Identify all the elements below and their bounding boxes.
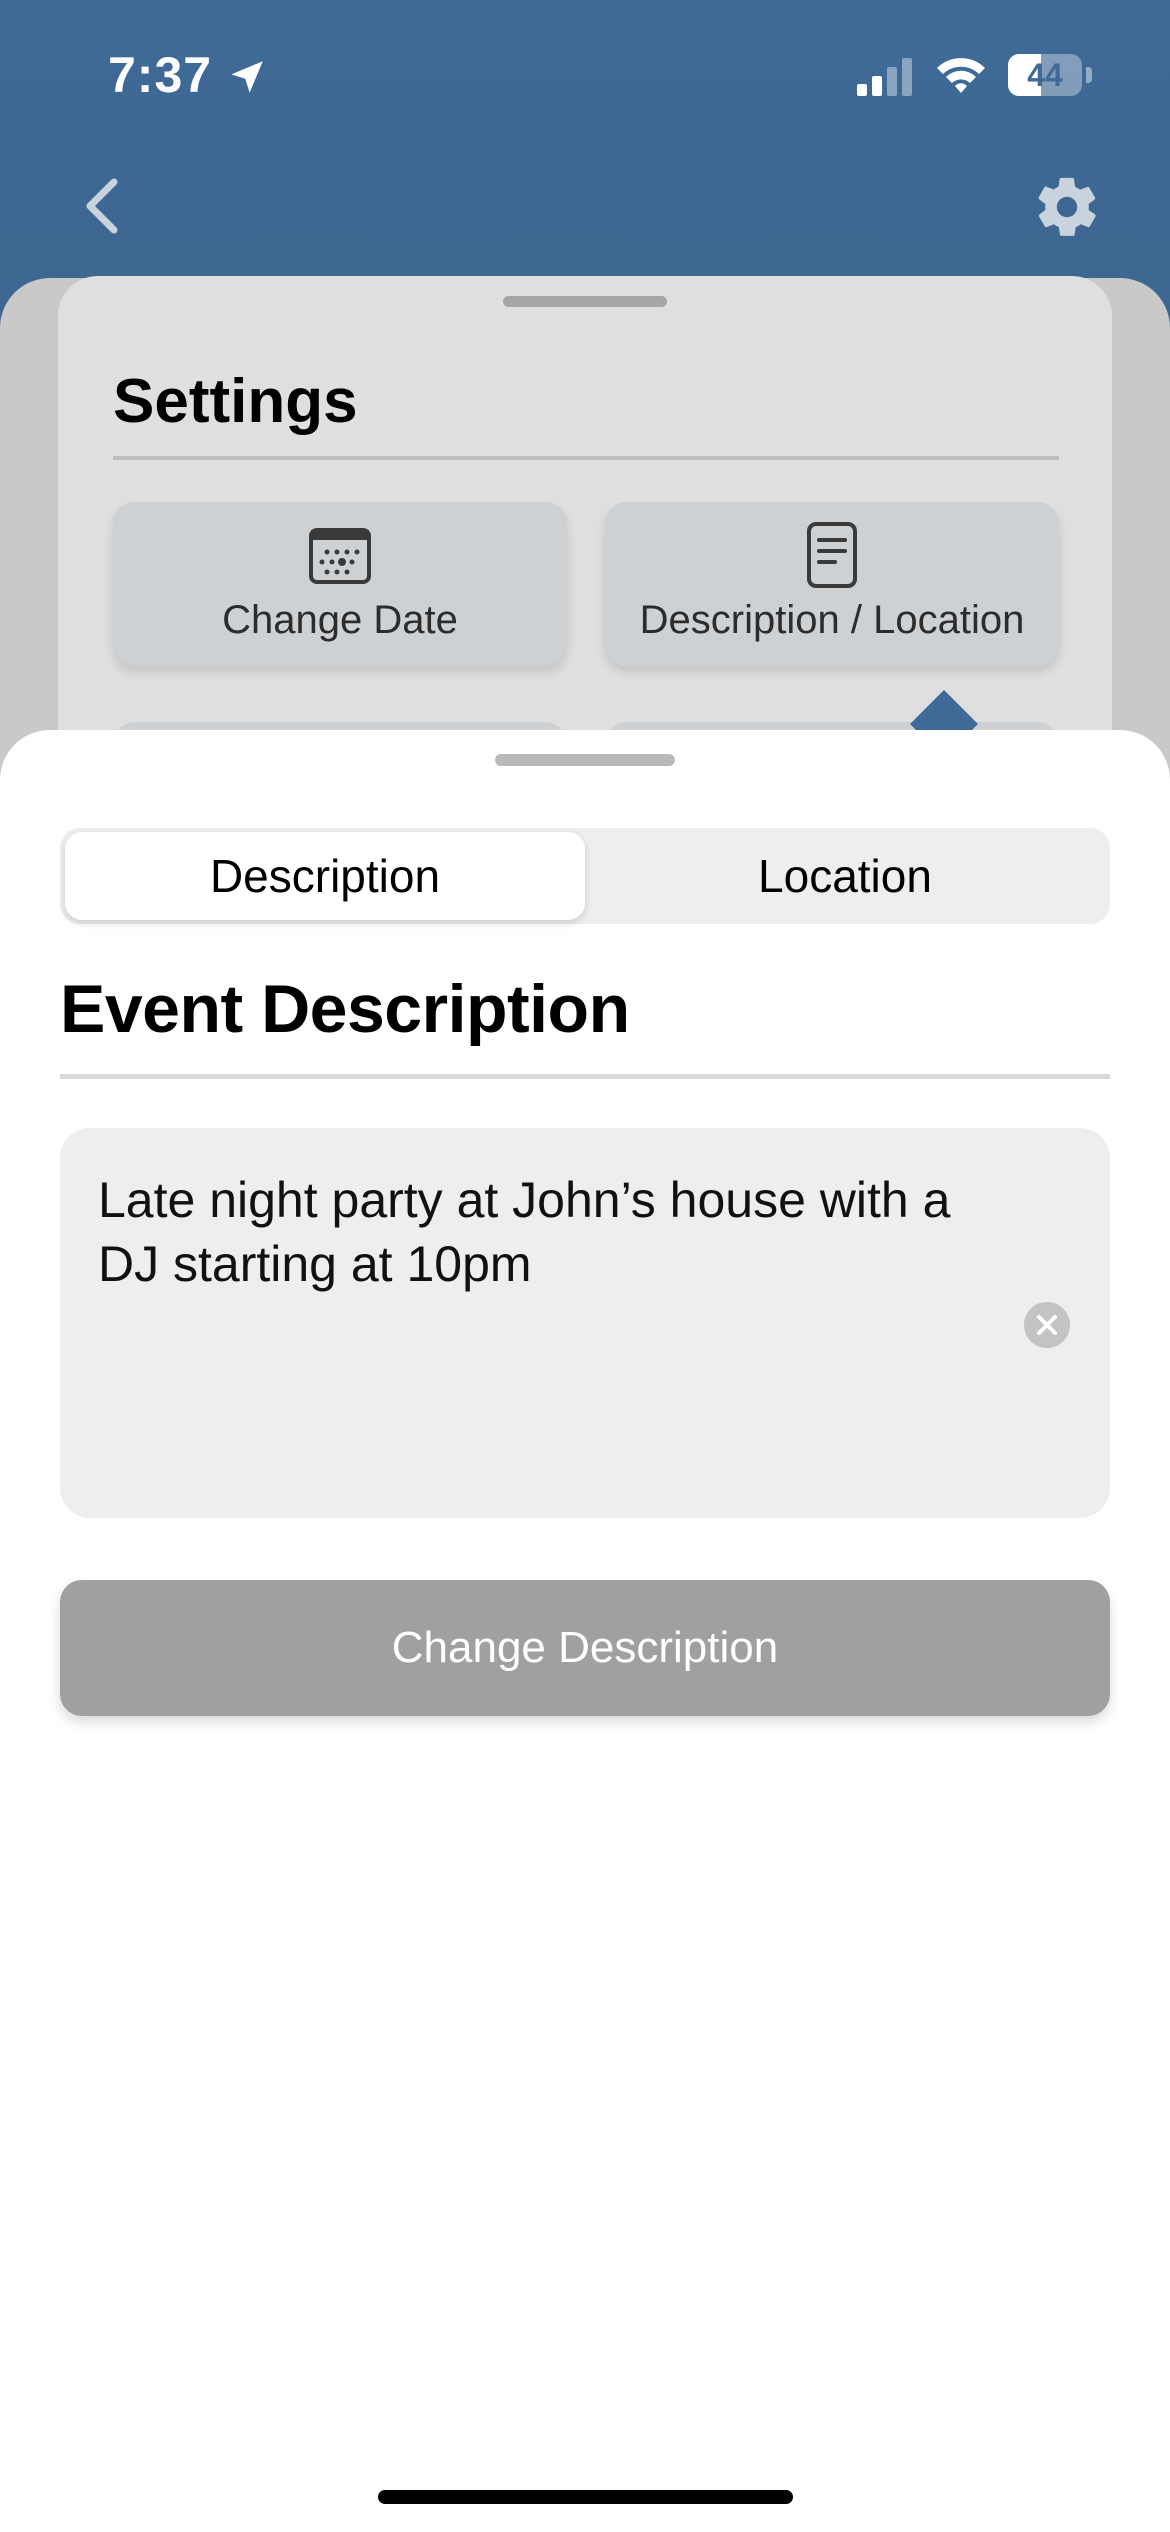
sheet-grabber[interactable] <box>495 754 675 766</box>
battery-tip <box>1086 67 1092 83</box>
cellular-signal-icon <box>857 58 912 96</box>
settings-title: Settings <box>113 367 358 436</box>
page-title: Event Description <box>60 971 630 1047</box>
change-description-button[interactable]: Change Description <box>60 1580 1110 1716</box>
tab-description[interactable]: Description <box>65 832 585 920</box>
home-indicator[interactable] <box>378 2490 793 2504</box>
settings-divider <box>113 456 1059 460</box>
description-field[interactable]: Late night party at John’s house with a … <box>60 1128 1110 1518</box>
status-time: 7:37 <box>108 47 213 103</box>
description-sheet: Description Location Event Description L… <box>0 730 1170 2532</box>
battery-body: 44 <box>1008 54 1082 96</box>
calendar-icon <box>309 528 371 584</box>
battery-percent: 44 <box>1027 57 1063 93</box>
change-date-button[interactable]: Change Date <box>113 502 567 666</box>
tab-segmented-control: Description Location <box>60 828 1110 924</box>
settings-grabber[interactable] <box>503 296 667 307</box>
description-text[interactable]: Late night party at John’s house with a … <box>98 1168 998 1296</box>
gear-icon[interactable] <box>1032 172 1102 242</box>
battery-icon: 44 <box>1008 54 1092 96</box>
clear-text-icon[interactable] <box>1024 1302 1070 1348</box>
description-location-label: Description / Location <box>639 598 1025 642</box>
status-bar: 7:37 44 <box>0 0 1170 150</box>
change-date-label: Change Date <box>222 598 458 642</box>
wifi-icon <box>937 58 985 93</box>
title-divider <box>60 1074 1110 1079</box>
document-icon <box>807 522 857 588</box>
tab-location[interactable]: Location <box>585 832 1105 920</box>
description-location-button[interactable]: Description / Location <box>605 502 1059 666</box>
chevron-left-icon[interactable] <box>78 176 128 236</box>
location-arrow-icon <box>231 61 263 93</box>
